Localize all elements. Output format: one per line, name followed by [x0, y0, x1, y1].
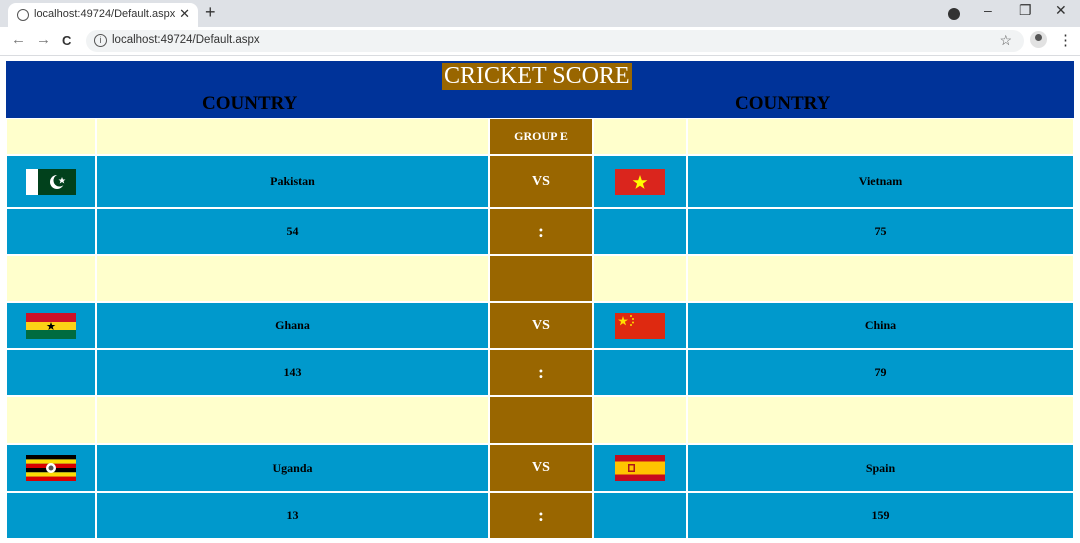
team2-score: 79 — [687, 349, 1074, 396]
score-row: 13 : 159 — [6, 492, 1074, 539]
spain-flag-icon — [615, 455, 665, 481]
uganda-flag-icon — [26, 455, 76, 481]
browser-tab-bar: localhost:49724/Default.aspx ✕ + – ❐ ✕ — [0, 0, 1080, 27]
vs-label: VS — [489, 155, 593, 208]
close-window-button[interactable]: ✕ — [1055, 2, 1067, 19]
team1-score: 13 — [96, 492, 489, 539]
new-tab-button[interactable]: + — [205, 2, 216, 23]
team2-name: Spain — [687, 444, 1074, 492]
address-bar[interactable]: i localhost:49724/Default.aspx ☆ — [86, 30, 1024, 52]
match-row: Uganda VS Spain — [6, 444, 1074, 492]
back-button[interactable]: ← — [11, 31, 26, 48]
tab-title: localhost:49724/Default.aspx — [34, 8, 176, 20]
group-label: GROUP E — [489, 118, 593, 155]
profile-indicator-icon[interactable] — [948, 8, 960, 20]
team1-score: 54 — [96, 208, 489, 255]
score-separator: : — [489, 349, 593, 396]
tab-close-icon[interactable]: ✕ — [179, 6, 190, 22]
match-row: Pakistan VS Vietnam — [6, 155, 1074, 208]
team1-flag-cell — [6, 444, 96, 492]
team2-name: China — [687, 302, 1074, 349]
info-icon[interactable]: i — [94, 34, 107, 47]
score-row: 54 : 75 — [6, 208, 1074, 255]
vs-label: VS — [489, 444, 593, 492]
spacer-row — [6, 396, 1074, 444]
right-country-heading: COUNTRY — [735, 93, 831, 114]
vs-label: VS — [489, 302, 593, 349]
team2-score: 159 — [687, 492, 1074, 539]
page-title: CRICKET SCORE — [442, 63, 632, 90]
team2-flag-cell — [593, 155, 687, 208]
minimize-button[interactable]: – — [984, 2, 992, 18]
team2-flag-cell — [593, 444, 687, 492]
team1-name: Ghana — [96, 302, 489, 349]
forward-button[interactable]: → — [36, 31, 51, 48]
team2-name: Vietnam — [687, 155, 1074, 208]
profile-avatar-icon[interactable] — [1030, 31, 1047, 48]
score-separator: : — [489, 208, 593, 255]
bookmark-star-icon[interactable]: ☆ — [999, 32, 1012, 49]
team2-flag-cell — [593, 302, 687, 349]
spacer-row — [6, 255, 1074, 302]
china-flag-icon — [615, 312, 665, 339]
group-row: GROUP E — [6, 118, 1074, 155]
score-header: CRICKET SCORE COUNTRY COUNTRY — [6, 61, 1074, 118]
match-row: Ghana VS China — [6, 302, 1074, 349]
vietnam-flag-icon — [615, 168, 665, 195]
score-separator: : — [489, 492, 593, 539]
globe-icon — [17, 9, 29, 21]
pakistan-flag-icon — [26, 168, 76, 195]
url-text[interactable]: localhost:49724/Default.aspx — [112, 34, 260, 46]
team1-name: Uganda — [96, 444, 489, 492]
team1-flag-cell — [6, 302, 96, 349]
team2-score: 75 — [687, 208, 1074, 255]
restore-button[interactable]: ❐ — [1019, 2, 1032, 19]
score-row: 143 : 79 — [6, 349, 1074, 396]
browser-toolbar: ← → C i localhost:49724/Default.aspx ☆ ⋮ — [0, 27, 1080, 56]
team1-flag-cell — [6, 155, 96, 208]
left-country-heading: COUNTRY — [202, 93, 298, 114]
team1-score: 143 — [96, 349, 489, 396]
team1-name: Pakistan — [96, 155, 489, 208]
reload-button[interactable]: C — [62, 33, 71, 48]
browser-menu-icon[interactable]: ⋮ — [1058, 31, 1073, 49]
ghana-flag-icon — [26, 312, 76, 339]
browser-tab[interactable]: localhost:49724/Default.aspx ✕ — [8, 3, 198, 27]
